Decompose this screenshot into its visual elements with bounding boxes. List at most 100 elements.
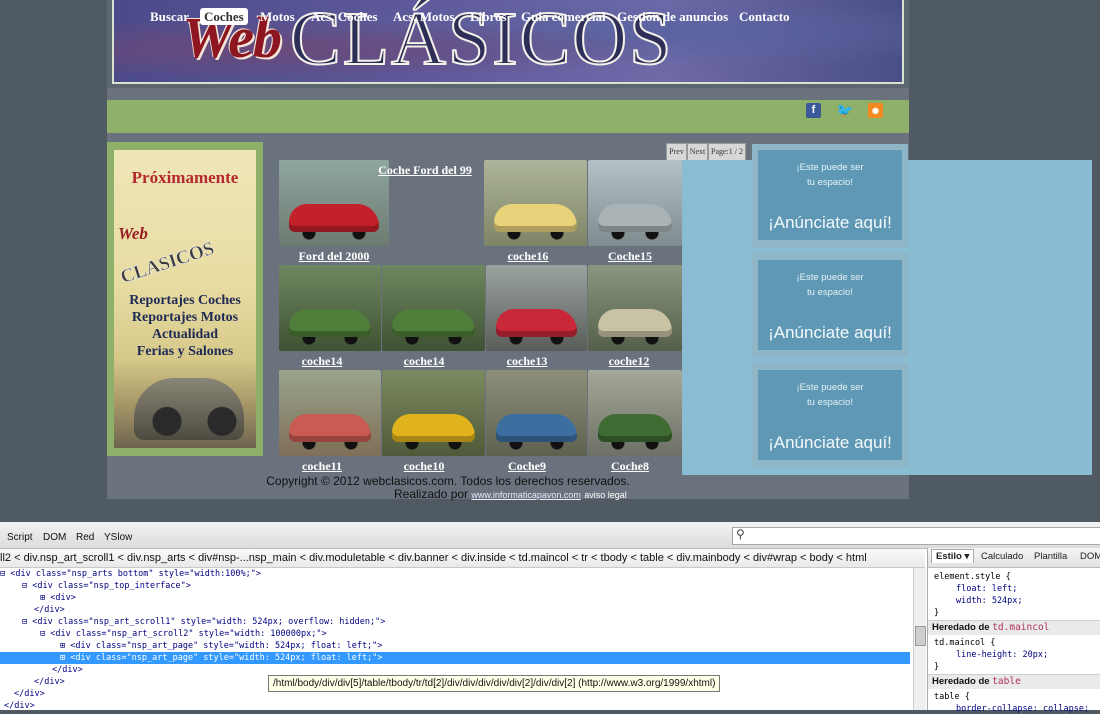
nav-item-guia-comercial[interactable]: Guia comercial: [521, 9, 606, 25]
expand-toggle-icon[interactable]: ⊟: [40, 629, 45, 639]
tab-red[interactable]: Red: [76, 532, 94, 543]
car-thumbnail[interactable]: [486, 265, 587, 351]
tab-dom[interactable]: DOM: [43, 532, 66, 543]
css-rule-selector[interactable]: table {: [934, 692, 970, 702]
breadcrumb-item[interactable]: html: [846, 552, 867, 564]
breadcrumb-item[interactable]: div.banner: [398, 552, 449, 564]
car-caption[interactable]: Coche9: [472, 459, 582, 474]
html-tree-text: <div class="nsp_art_scroll1" style="widt…: [32, 617, 386, 627]
nav-item-contacto[interactable]: Contacto: [739, 9, 790, 25]
car-thumbnail[interactable]: [484, 160, 587, 246]
html-tree-line[interactable]: ⊟ <div class="nsp_top_interface">: [0, 580, 912, 592]
css-property[interactable]: float: left;: [956, 584, 1017, 594]
car-caption[interactable]: coche16: [473, 249, 583, 264]
car-caption[interactable]: coche13: [472, 354, 582, 369]
car-thumbnail[interactable]: [486, 370, 587, 456]
html-tree-text: <div class="nsp_arts bottom" style="widt…: [10, 569, 262, 579]
nav-item-buscar[interactable]: Buscar: [150, 9, 189, 25]
html-tree-line[interactable]: ⊟ <div class="nsp_arts bottom" style="wi…: [0, 568, 912, 580]
car-thumbnail[interactable]: [588, 265, 682, 351]
inherited-selector[interactable]: td.maincol: [992, 622, 1049, 633]
css-property[interactable]: line-height: 20px;: [956, 650, 1048, 660]
car-thumbnail[interactable]: [588, 160, 682, 246]
side-promo-line: Actualidad: [151, 327, 219, 342]
pager-prev-button[interactable]: Prev: [666, 143, 687, 161]
car-caption[interactable]: coche14: [369, 354, 479, 369]
devtools-search-input[interactable]: ⚲: [732, 527, 1100, 545]
car-caption[interactable]: Coche8: [575, 459, 685, 474]
nav-item-coches[interactable]: Coches: [200, 8, 248, 25]
tab-script[interactable]: Script: [7, 532, 33, 543]
car-caption[interactable]: coche14: [267, 354, 377, 369]
car-thumbnail[interactable]: [382, 265, 485, 351]
footer-developer-link[interactable]: www.informaticapavon.com: [471, 490, 581, 500]
breadcrumb-item[interactable]: ll2: [0, 552, 11, 564]
html-tree-line[interactable]: </div>: [0, 604, 912, 616]
css-property[interactable]: width: 524px;: [956, 596, 1023, 606]
car-caption[interactable]: Coche15: [575, 249, 685, 264]
ad-call-to-action: ¡Anúnciate aquí!: [768, 433, 892, 452]
car-caption[interactable]: Ford del 2000: [279, 249, 389, 264]
breadcrumb-item[interactable]: td.maincol: [519, 552, 569, 564]
html-tree-line[interactable]: ⊟ <div class="nsp_art_scroll1" style="wi…: [0, 616, 912, 628]
facebook-icon[interactable]: f: [806, 103, 821, 118]
nav-item-acs-coches[interactable]: Acs. Coches: [311, 9, 377, 25]
html-tree-text: </div>: [34, 605, 65, 615]
css-property[interactable]: border-collapse: collapse;: [956, 704, 1089, 714]
car-title-link[interactable]: Coche Ford del 99: [370, 163, 480, 178]
expand-toggle-icon[interactable]: ⊞: [60, 653, 65, 663]
expand-toggle-icon[interactable]: ⊟: [22, 617, 27, 627]
expand-toggle-icon[interactable]: ⊟: [22, 581, 27, 591]
twitter-icon[interactable]: 🐦: [836, 103, 853, 118]
nav-item-acs-motos[interactable]: Acs. Motos: [393, 9, 454, 25]
car-caption[interactable]: coche10: [369, 459, 479, 474]
html-tree-line[interactable]: ⊟ <div class="nsp_art_scroll2" style="wi…: [0, 628, 912, 640]
ad-slot[interactable]: ¡Este puede ser tu espacio! ¡Anúnciate a…: [758, 370, 902, 460]
breadcrumb-item[interactable]: tbody: [601, 552, 628, 564]
breadcrumb-item[interactable]: tr: [581, 552, 588, 564]
nav-item-libros[interactable]: Libros: [470, 9, 507, 25]
breadcrumb-item[interactable]: div.mainbody: [676, 552, 740, 564]
car-thumbnail[interactable]: [279, 370, 381, 456]
tab-dom-side[interactable]: DOM: [1080, 551, 1100, 562]
html-tree-line[interactable]: ⊞ <div class="nsp_art_page" style="width…: [0, 640, 912, 652]
car-caption[interactable]: coche11: [267, 459, 377, 474]
pager-next-button[interactable]: Next: [687, 143, 708, 161]
html-tree-scrollbar[interactable]: [913, 568, 926, 710]
ad-slot[interactable]: ¡Este puede ser tu espacio! ¡Anúnciate a…: [758, 150, 902, 240]
breadcrumb-item[interactable]: body: [810, 552, 834, 564]
tab-yslow[interactable]: YSlow: [104, 532, 132, 543]
inherited-selector[interactable]: table: [992, 676, 1021, 687]
tab-calculado[interactable]: Calculado: [981, 551, 1023, 562]
website-area: Web CLÁSICOS Buscar Coches Motos Acs. Co…: [0, 0, 1100, 522]
expand-toggle-icon[interactable]: ⊞: [40, 593, 45, 603]
html-tree-line-selected[interactable]: ⊞ <div class="nsp_art_page" style="width…: [0, 652, 910, 664]
html-tree-line[interactable]: </div>: [0, 700, 912, 710]
footer-legal-link[interactable]: aviso legal: [584, 490, 627, 500]
breadcrumb-item[interactable]: div.inside: [461, 552, 506, 564]
expand-toggle-icon[interactable]: ⊟: [0, 569, 5, 579]
breadcrumb-item[interactable]: div.nsp_art_scroll1: [24, 552, 115, 564]
tab-estilo[interactable]: Estilo ▾: [931, 549, 975, 563]
scrollbar-thumb[interactable]: [915, 626, 926, 646]
ad-slot[interactable]: ¡Este puede ser tu espacio! ¡Anúnciate a…: [758, 260, 902, 350]
side-promo-title: Próximamente: [131, 168, 239, 187]
car-thumbnail[interactable]: [279, 265, 381, 351]
tab-plantilla[interactable]: Plantilla: [1034, 551, 1067, 562]
css-rule-selector[interactable]: td.maincol {: [934, 638, 995, 648]
breadcrumb-item[interactable]: table: [640, 552, 664, 564]
breadcrumb-item[interactable]: div.nsp_arts: [127, 552, 186, 564]
car-caption[interactable]: coche12: [574, 354, 684, 369]
breadcrumb-item[interactable]: div#wrap: [753, 552, 797, 564]
nav-item-motos[interactable]: Motos: [260, 9, 295, 25]
breadcrumb-item[interactable]: div#nsp-...nsp_main: [198, 552, 296, 564]
breadcrumb-item[interactable]: div.moduletable: [309, 552, 385, 564]
nav-item-gestion-anuncios[interactable]: Gestión de anuncios: [617, 9, 728, 25]
html-tree-line[interactable]: ⊞ <div>: [0, 592, 912, 604]
rss-icon[interactable]: ◉: [868, 103, 883, 118]
car-thumbnail[interactable]: [588, 370, 682, 456]
car-thumbnail[interactable]: [382, 370, 485, 456]
expand-toggle-icon[interactable]: ⊞: [60, 641, 65, 651]
side-promo-banner[interactable]: Próximamente Web CLASICOS Reportajes Coc…: [107, 142, 263, 456]
css-rule-selector[interactable]: element.style {: [934, 572, 1011, 582]
